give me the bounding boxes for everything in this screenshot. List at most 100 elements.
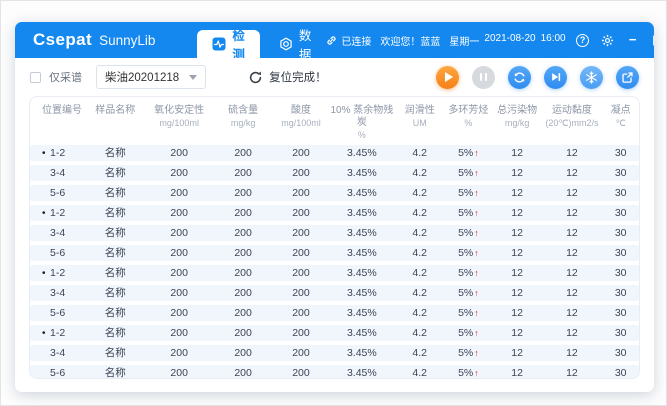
cell-residue: 3.45%	[328, 345, 395, 361]
export-button[interactable]	[616, 66, 639, 89]
cell-acidity: 200	[274, 225, 329, 241]
datetime: 星期一 2021-08-20 16:00	[449, 33, 565, 48]
cell-position: •1-2	[30, 265, 85, 281]
sample-select[interactable]: 柴油20201218	[96, 65, 206, 89]
table-row[interactable]: 5-6名称2002002003.45%4.25%↑121230	[30, 245, 639, 261]
table-row[interactable]: 3-4名称2002002003.45%4.25%↑121230	[30, 345, 639, 361]
cell-viscosity: 12	[542, 185, 603, 201]
column-header-viscosity: 运动黏度(20℃)mm2/s	[542, 101, 603, 141]
cell-freezing: 30	[602, 285, 639, 301]
cell-contaminants: 12	[493, 305, 542, 321]
cell-position: 3-4	[30, 285, 85, 301]
only-spectrum-checkbox[interactable]	[30, 72, 41, 83]
link-icon	[326, 35, 337, 46]
cell-acidity: 200	[274, 185, 329, 201]
row-marker-icon: •	[42, 268, 50, 279]
pause-button[interactable]	[472, 66, 495, 89]
column-header-freezing: 凝点℃	[602, 101, 639, 141]
cell-lubricity: 4.2	[395, 165, 444, 181]
screen-background: Csepat SunnyLib 检测	[0, 0, 667, 406]
row-marker-icon: •	[42, 328, 50, 339]
cell-oxidation: 200	[146, 285, 213, 301]
table-row[interactable]: 3-4名称2002002003.45%4.25%↑121230	[30, 165, 639, 181]
logout-icon	[651, 34, 654, 47]
over-limit-arrow-icon: ↑	[474, 348, 479, 358]
cell-freezing: 30	[602, 205, 639, 221]
cell-sulfur: 200	[213, 365, 274, 379]
cell-viscosity: 12	[542, 265, 603, 281]
cell-position: •1-2	[30, 325, 85, 341]
table-row[interactable]: •1-2名称2002002003.45%4.25%↑121230	[30, 145, 639, 161]
table-row[interactable]: 5-6名称2002002003.45%4.25%↑121230	[30, 365, 639, 379]
cell-position: 3-4	[30, 225, 85, 241]
table-row[interactable]: 5-6名称2002002003.45%4.25%↑121230	[30, 305, 639, 321]
cell-lubricity: 4.2	[395, 245, 444, 261]
freeze-button[interactable]	[580, 66, 603, 89]
cell-pah: 5%↑	[444, 185, 493, 201]
exit-button[interactable]	[650, 32, 654, 48]
sync-button[interactable]	[508, 66, 531, 89]
cell-sample_name: 名称	[85, 265, 146, 281]
cell-residue: 3.45%	[328, 165, 395, 181]
cell-lubricity: 4.2	[395, 305, 444, 321]
cell-position: 5-6	[30, 185, 85, 201]
time: 16:00	[541, 33, 566, 48]
cell-freezing: 30	[602, 265, 639, 281]
connection-status: 已连接	[326, 33, 371, 48]
chevron-down-icon	[189, 75, 197, 80]
cell-sulfur: 200	[213, 245, 274, 261]
play-button[interactable]	[436, 66, 459, 89]
tab-data[interactable]: 数据	[264, 30, 327, 58]
cell-freezing: 30	[602, 185, 639, 201]
brand-logo: Csepat SunnyLib	[15, 30, 155, 50]
help-button[interactable]: ?	[575, 32, 591, 48]
column-header-lubricity: 润滑性UM	[395, 101, 444, 141]
tab-detection[interactable]: 检测	[197, 30, 260, 58]
table-row[interactable]: •1-2名称2002002003.45%4.25%↑121230	[30, 265, 639, 281]
cell-lubricity: 4.2	[395, 205, 444, 221]
reset-button[interactable]: 复位完成！	[248, 69, 327, 85]
cell-contaminants: 12	[493, 285, 542, 301]
cell-residue: 3.45%	[328, 265, 395, 281]
cell-sample_name: 名称	[85, 245, 146, 261]
column-header-position: 位置编号	[30, 101, 85, 141]
over-limit-arrow-icon: ↑	[474, 208, 479, 218]
cell-residue: 3.45%	[328, 145, 395, 161]
cell-acidity: 200	[274, 265, 329, 281]
minimize-button[interactable]: −	[625, 32, 641, 48]
table-row[interactable]: 3-4名称2002002003.45%4.25%↑121230	[30, 225, 639, 241]
cell-position: 3-4	[30, 345, 85, 361]
table-row[interactable]: 5-6名称2002002003.45%4.25%↑121230	[30, 185, 639, 201]
minimize-icon: −	[629, 35, 637, 45]
cell-freezing: 30	[602, 345, 639, 361]
table-row[interactable]: •1-2名称2002002003.45%4.25%↑121230	[30, 325, 639, 341]
cell-freezing: 30	[602, 325, 639, 341]
cell-position: 5-6	[30, 245, 85, 261]
settings-button[interactable]	[600, 32, 616, 48]
cell-position: 3-4	[30, 165, 85, 181]
cell-viscosity: 12	[542, 285, 603, 301]
over-limit-arrow-icon: ↑	[474, 248, 479, 258]
gear-icon	[601, 34, 614, 47]
table-row[interactable]: 3-4名称2002002003.45%4.25%↑121230	[30, 285, 639, 301]
cell-freezing: 30	[602, 305, 639, 321]
toolbar: 仅采谱 柴油20201218 复位完成！	[15, 58, 654, 96]
reset-status-text: 复位完成！	[269, 69, 327, 85]
cell-freezing: 30	[602, 245, 639, 261]
cell-sulfur: 200	[213, 165, 274, 181]
cell-acidity: 200	[274, 365, 329, 379]
titlebar-status: 已连接 欢迎您！蓝蓝 星期一 2021-08-20 16:00 ?	[326, 32, 654, 48]
brand-product: SunnyLib	[99, 33, 155, 48]
cell-pah: 5%↑	[444, 345, 493, 361]
over-limit-arrow-icon: ↑	[474, 188, 479, 198]
table-row[interactable]: •1-2名称2002002003.45%4.25%↑121230	[30, 205, 639, 221]
column-header-oxidation: 氧化安定性mg/100ml	[146, 101, 213, 141]
pause-icon	[480, 73, 488, 81]
date: 2021-08-20	[484, 33, 535, 48]
cell-sample_name: 名称	[85, 365, 146, 379]
skip-to-end-button[interactable]	[544, 66, 567, 89]
app-window: Csepat SunnyLib 检测	[15, 22, 654, 392]
cell-lubricity: 4.2	[395, 365, 444, 379]
only-spectrum-label: 仅采谱	[49, 69, 82, 85]
weekday: 星期一	[449, 33, 479, 48]
